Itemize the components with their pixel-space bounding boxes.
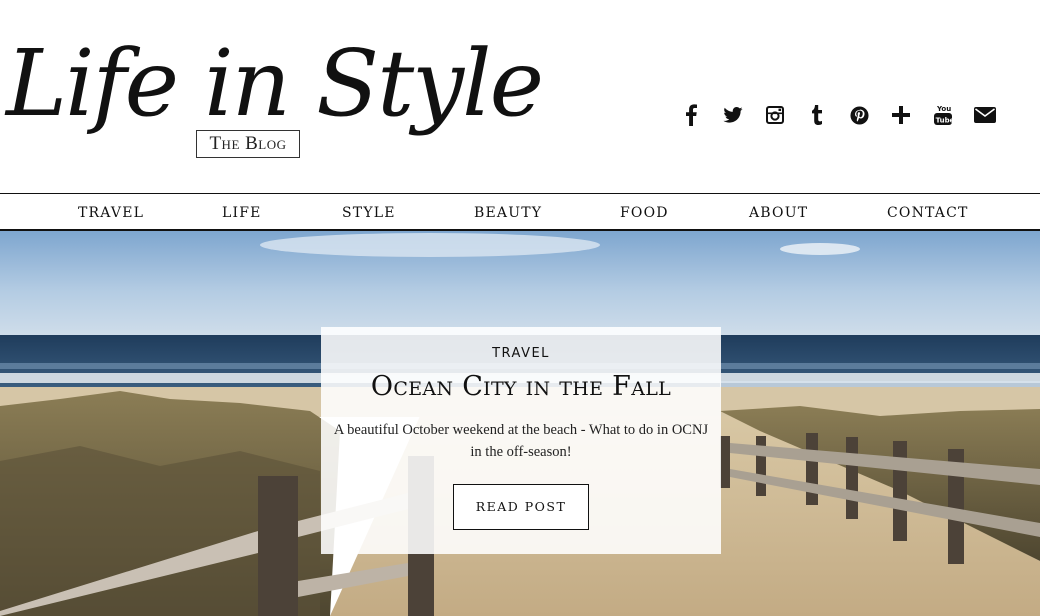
logo-script-text: Life in Style: [6, 30, 544, 137]
read-post-button[interactable]: READ POST: [453, 484, 589, 530]
post-category[interactable]: TRAVEL: [321, 346, 721, 361]
site-logo[interactable]: Life in Style The Blog: [0, 18, 544, 178]
nav-item-life[interactable]: LIFE: [222, 194, 262, 230]
featured-post-card: TRAVEL Ocean City in the Fall A beautifu…: [321, 327, 721, 554]
nav-item-style[interactable]: STYLE: [342, 194, 396, 230]
social-icons: You Tube: [676, 100, 1012, 130]
tumblr-icon[interactable]: [802, 100, 832, 130]
nav-item-about[interactable]: ABOUT: [749, 194, 808, 230]
main-nav: TRAVEL LIFE STYLE BEAUTY FOOD ABOUT CONT…: [0, 193, 1040, 231]
instagram-icon[interactable]: [760, 100, 790, 130]
email-icon[interactable]: [970, 100, 1000, 130]
nav-item-food[interactable]: FOOD: [620, 194, 669, 230]
post-title[interactable]: Ocean City in the Fall: [321, 371, 721, 402]
nav-item-beauty[interactable]: BEAUTY: [474, 194, 542, 230]
post-excerpt: A beautiful October weekend at the beach…: [333, 422, 709, 460]
nav-item-contact[interactable]: CONTACT: [887, 194, 969, 230]
facebook-icon[interactable]: [676, 100, 706, 130]
pinterest-icon[interactable]: [844, 100, 874, 130]
logo-badge: The Blog: [196, 130, 300, 158]
google-plus-icon[interactable]: [886, 100, 916, 130]
hero-image: TRAVEL Ocean City in the Fall A beautifu…: [0, 231, 1040, 616]
svg-text:You: You: [936, 105, 951, 113]
twitter-icon[interactable]: [718, 100, 748, 130]
nav-item-travel[interactable]: TRAVEL: [78, 194, 144, 230]
youtube-icon[interactable]: You Tube: [928, 100, 958, 130]
site-header: Life in Style The Blog You Tube: [0, 0, 1040, 193]
svg-text:Tube: Tube: [936, 116, 952, 124]
